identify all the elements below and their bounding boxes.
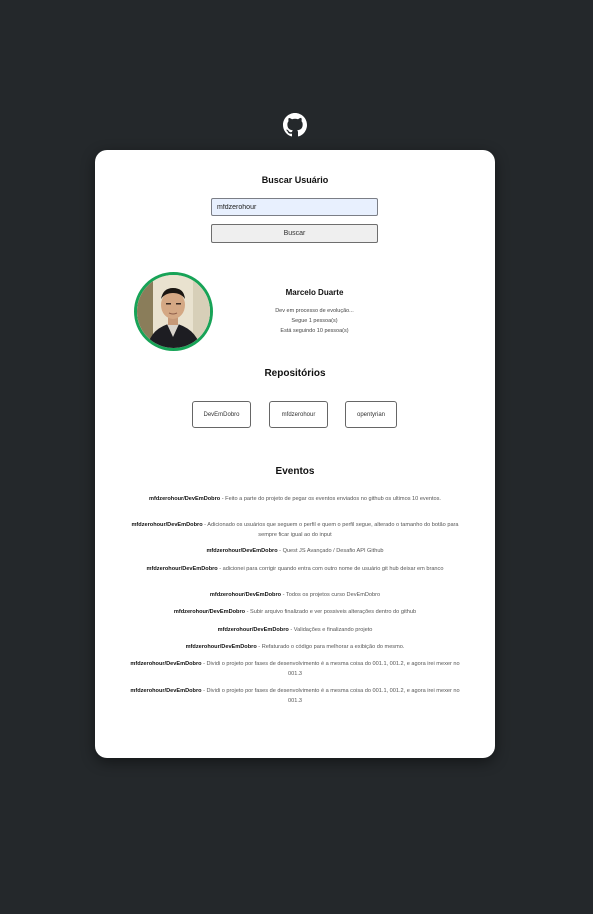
event-message: - Subir arquivo finalizado e ver possive… [245,609,417,615]
user-card: Buscar Usuário Buscar Marcelo Duarte Dev… [95,150,495,758]
event-message: - Dividi o projeto por fases de desenvol… [201,688,460,704]
event-message: - Validações e finalizando projeto [288,627,373,633]
event-message: - Adicionado os usuários que seguem o pe… [202,522,459,538]
event-item: mfdzerohour/DevEmDobro - Dividi o projet… [125,660,465,679]
event-repo[interactable]: mfdzerohour/DevEmDobro [206,548,277,554]
event-item: mfdzerohour/DevEmDobro - adicionei para … [125,565,465,575]
search-button[interactable]: Buscar [211,224,378,243]
username-input[interactable] [211,198,378,216]
profile-bio: Dev em processo de evolução... [275,308,354,314]
profile-followers: Segue 1 pessoa(s) [291,318,338,324]
repo-button-mfdzerohour[interactable]: mfdzerohour [269,401,328,428]
repo-button-opentyrian[interactable]: opentyrian [345,401,397,428]
event-item: mfdzerohour/DevEmDobro - Feito a parte d… [125,495,465,505]
profile-following: Está seguindo 10 pessoa(s) [280,328,349,334]
event-repo[interactable]: mfdzerohour/DevEmDobro [131,522,202,528]
event-item: mfdzerohour/DevEmDobro - Refaturado o có… [125,643,465,653]
event-message: - Dividi o projeto por fases de desenvol… [201,661,460,677]
event-message: - adicionei para corrigir quando entra c… [217,566,444,572]
avatar [134,272,213,351]
event-message: - Quest JS Avançado / Desafio API Github [277,548,384,554]
event-item: mfdzerohour/DevEmDobro - Validações e fi… [125,626,465,636]
event-item: mfdzerohour/DevEmDobro - Adicionado os u… [125,521,465,540]
event-repo[interactable]: mfdzerohour/DevEmDobro [130,661,201,667]
event-item: mfdzerohour/DevEmDobro - Quest JS Avança… [125,547,465,557]
event-message: - Refaturado o código para melhorar a ex… [256,644,405,650]
event-message: - Todos os projetos curso DevEmDobro [281,592,381,598]
event-message: - Feito a parte do projeto de pegar os e… [220,496,441,502]
github-icon [283,113,307,137]
event-repo[interactable]: mfdzerohour/DevEmDobro [210,592,281,598]
event-repo[interactable]: mfdzerohour/DevEmDobro [218,627,289,633]
repositories-title: Repositórios [264,368,326,379]
event-repo[interactable]: mfdzerohour/DevEmDobro [186,644,257,650]
repo-button-devemdobro[interactable]: DevEmDobro [192,401,251,428]
event-repo[interactable]: mfdzerohour/DevEmDobro [149,496,220,502]
event-item: mfdzerohour/DevEmDobro - Dividi o projet… [125,687,465,706]
profile-info: Marcelo Duarte Dev em processo de evoluç… [235,288,394,336]
event-item: mfdzerohour/DevEmDobro - Subir arquivo f… [125,608,465,618]
event-repo[interactable]: mfdzerohour/DevEmDobro [130,688,201,694]
events-title: Eventos [275,466,315,477]
search-title: Buscar Usuário [261,175,329,185]
profile-name: Marcelo Duarte [285,288,344,297]
event-item: mfdzerohour/DevEmDobro - Todos os projet… [125,591,465,601]
event-repo[interactable]: mfdzerohour/DevEmDobro [174,609,245,615]
event-repo[interactable]: mfdzerohour/DevEmDobro [147,566,218,572]
